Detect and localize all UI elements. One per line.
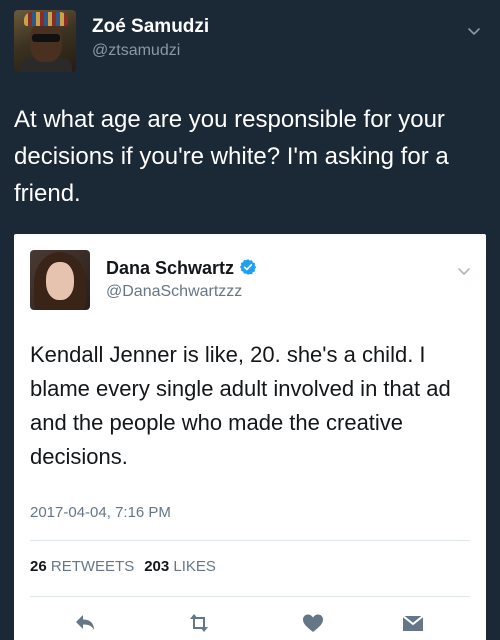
like-icon bbox=[303, 614, 323, 632]
tweet-stats: 26 RETWEETS 203 LIKES bbox=[30, 558, 216, 575]
retweet-button[interactable] bbox=[186, 610, 216, 640]
quoted-tweet-card[interactable]: Dana Schwartz @DanaSchwartzzz Kendall Je… bbox=[14, 234, 486, 640]
retweets-count[interactable]: 26 bbox=[30, 558, 47, 575]
quoted-tweet-text: Kendall Jenner is like, 20. she's a chil… bbox=[30, 342, 451, 469]
quoted-author-name-text: Dana Schwartz bbox=[106, 258, 235, 278]
chevron-down-icon[interactable] bbox=[466, 24, 482, 40]
outer-tweet-header: Zoé Samudzi @ztsamudzi bbox=[14, 10, 486, 76]
outer-author-name[interactable]: Zoé Samudzi bbox=[92, 16, 209, 38]
tweet-actions bbox=[14, 610, 486, 640]
message-button[interactable] bbox=[400, 610, 430, 640]
outer-tweet-text: At what age are you responsible for your… bbox=[14, 106, 449, 207]
likes-label[interactable]: LIKES bbox=[173, 558, 216, 575]
message-icon bbox=[402, 615, 424, 631]
chevron-down-icon[interactable] bbox=[456, 264, 472, 280]
verified-icon bbox=[239, 259, 257, 275]
retweet-icon bbox=[190, 614, 208, 632]
quoted-author-handle[interactable]: @DanaSchwartzzz bbox=[106, 283, 242, 301]
divider bbox=[30, 596, 470, 597]
likes-count[interactable]: 203 bbox=[144, 558, 169, 575]
avatar-face bbox=[46, 262, 74, 300]
outer-author-handle[interactable]: @ztsamudzi bbox=[92, 42, 180, 60]
retweets-label[interactable]: RETWEETS bbox=[51, 558, 134, 575]
avatar-hat bbox=[24, 12, 68, 26]
reply-button[interactable] bbox=[72, 610, 102, 640]
like-button[interactable] bbox=[300, 610, 330, 640]
quoted-author-name[interactable]: Dana Schwartz bbox=[106, 258, 257, 279]
avatar-glasses bbox=[32, 34, 60, 42]
outer-avatar[interactable] bbox=[14, 10, 76, 72]
divider bbox=[30, 540, 470, 541]
reply-icon bbox=[76, 615, 94, 630]
tweet-timestamp[interactable]: 2017-04-04, 7:16 PM bbox=[30, 504, 171, 521]
quoted-avatar[interactable] bbox=[30, 250, 90, 310]
